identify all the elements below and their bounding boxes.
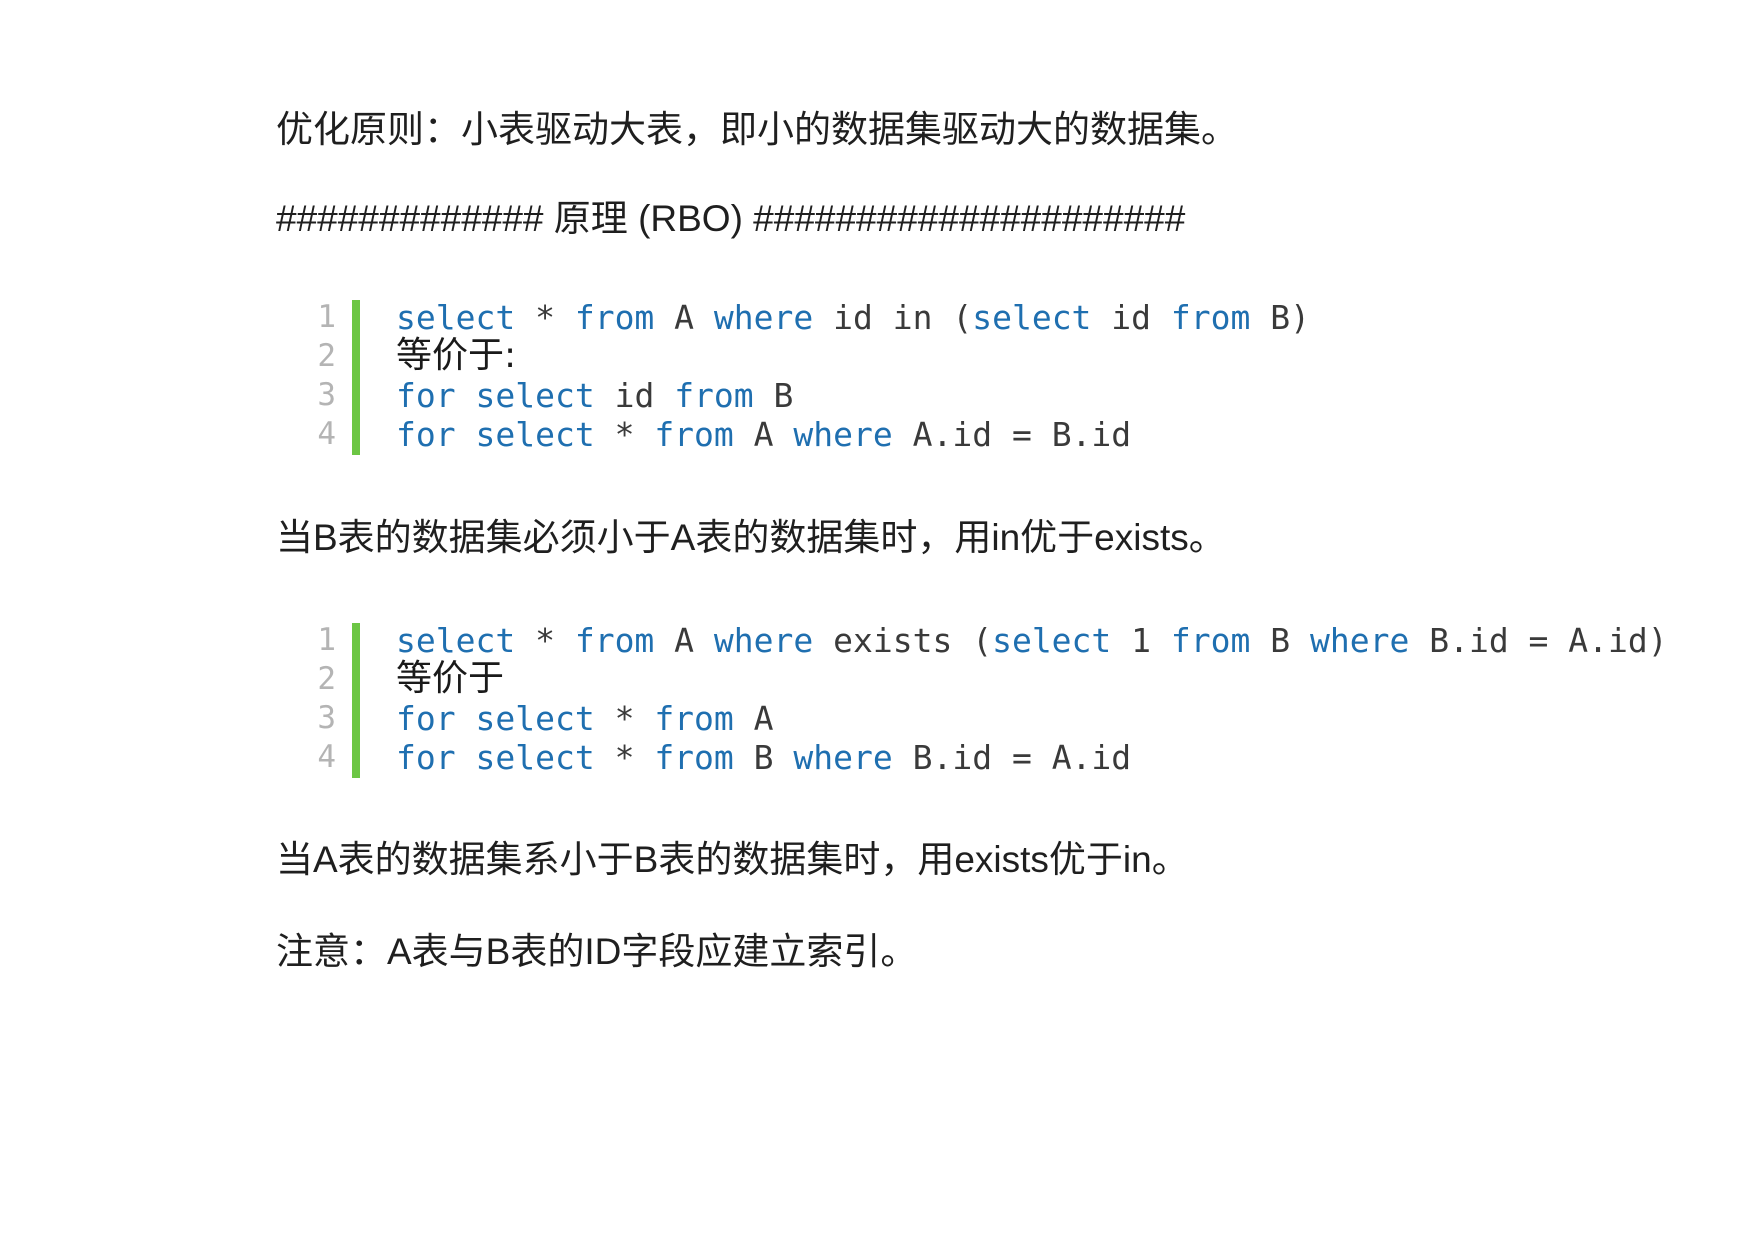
code-line: 等价于 (396, 658, 505, 699)
rbo-heading: ############# 原理 (RBO) #################… (276, 198, 1186, 239)
code-text: exists ( (813, 621, 993, 660)
sql-keyword: select (475, 738, 595, 777)
code-text: A (733, 699, 774, 738)
code-block-in: 1 2 3 4 select * from A where id in (sel… (276, 298, 1476, 456)
code-text: * (594, 699, 655, 738)
code-text: A.id = B.id (892, 415, 1132, 454)
code-text: id (594, 376, 675, 415)
sql-keyword: from (574, 621, 655, 660)
code-line: for select id from B (396, 376, 793, 415)
sql-keyword: select (475, 415, 595, 454)
line-number: 2 (317, 338, 336, 374)
code-text: A (654, 621, 714, 660)
line-number: 3 (317, 377, 336, 413)
code-text: B (1250, 621, 1310, 660)
code-text: B (753, 376, 794, 415)
line-number: 2 (317, 661, 336, 697)
line-number: 1 (317, 299, 336, 335)
code-text: id (1091, 298, 1171, 337)
code-text: * (515, 298, 575, 337)
code-block-accent-bar (352, 300, 360, 455)
line-number: 4 (317, 416, 336, 452)
sql-keyword: for (396, 699, 456, 738)
in-conclusion-text: 当B表的数据集必须小于A表的数据集时，用in优于exists。 (276, 517, 1226, 558)
code-text: * (515, 621, 575, 660)
sql-keyword: where (713, 621, 814, 660)
code-text: B) (1250, 298, 1311, 337)
exists-conclusion-text: 当A表的数据集系小于B表的数据集时，用exists优于in。 (276, 839, 1189, 880)
sql-keyword: from (654, 738, 734, 777)
sql-keyword: for (396, 738, 456, 777)
sql-keyword: select (396, 621, 516, 660)
sql-keyword: from (1170, 298, 1251, 337)
note-text: 注意：A表与B表的ID字段应建立索引。 (276, 931, 918, 972)
line-number: 3 (317, 700, 336, 736)
code-text: id in ( (813, 298, 973, 337)
code-text: B (733, 738, 794, 777)
code-block-accent-bar (352, 623, 360, 778)
sql-keyword: where (1310, 621, 1410, 660)
code-text: * (594, 415, 655, 454)
sql-keyword: for (396, 376, 456, 415)
code-text: A (654, 298, 714, 337)
sql-keyword: from (1170, 621, 1251, 660)
sql-keyword: from (654, 415, 734, 454)
code-text: B.id = A.id (892, 738, 1132, 777)
sql-keyword: from (574, 298, 655, 337)
code-line: for select * from A (396, 699, 774, 738)
line-number: 1 (317, 622, 336, 658)
sql-keyword: where (713, 298, 814, 337)
sql-keyword: select (992, 621, 1112, 660)
code-line: select * from A where exists (select 1 f… (396, 621, 1668, 660)
sql-keyword: from (654, 699, 734, 738)
code-text: 1 (1111, 621, 1171, 660)
line-number: 4 (317, 739, 336, 775)
code-line: for select * from A where A.id = B.id (396, 415, 1131, 454)
code-line: 等价于: (396, 335, 517, 376)
sql-keyword: select (396, 298, 516, 337)
code-line: select * from A where id in (select id f… (396, 298, 1310, 337)
sql-keyword: select (475, 699, 595, 738)
sql-keyword: select (475, 376, 595, 415)
sql-keyword: where (793, 415, 893, 454)
code-text: A (733, 415, 794, 454)
principle-text: 优化原则：小表驱动大表，即小的数据集驱动大的数据集。 (276, 109, 1238, 150)
code-block-exists: 1 2 3 4 select * from A where exists (se… (276, 621, 1746, 779)
sql-keyword: select (972, 298, 1092, 337)
code-line: for select * from B where B.id = A.id (396, 738, 1131, 777)
code-text: * (594, 738, 655, 777)
sql-keyword: where (793, 738, 893, 777)
code-text: B.id = A.id) (1409, 621, 1668, 660)
sql-keyword: for (396, 415, 456, 454)
sql-keyword: from (674, 376, 754, 415)
